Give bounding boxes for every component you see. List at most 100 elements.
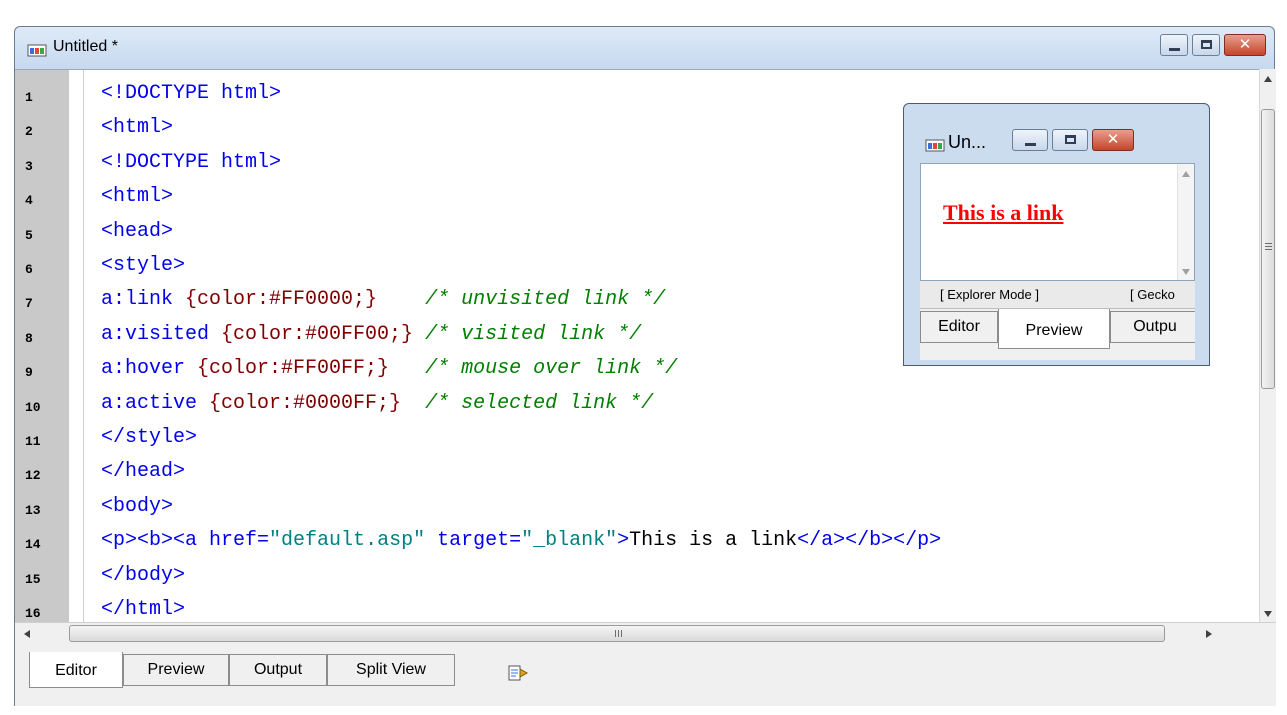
- code-token: a:active: [101, 391, 210, 415]
- code-line[interactable]: 16 </html>: [15, 591, 1259, 622]
- gecko-mode-button[interactable]: [ Gecko: [1130, 287, 1175, 302]
- horizontal-scrollbar[interactable]: [15, 622, 1276, 644]
- code-text: <p><b><a href="default.asp" target="_bla…: [101, 529, 941, 552]
- code-text: </head>: [101, 460, 185, 483]
- code-token: <body>: [101, 494, 174, 518]
- refresh-preview-icon[interactable]: [507, 664, 529, 682]
- code-token: /* selected link */: [425, 391, 654, 415]
- code-text: <head>: [101, 220, 173, 243]
- tab-editor[interactable]: Editor: [920, 311, 998, 343]
- grip-line: [621, 630, 622, 637]
- explorer-mode-button[interactable]: [ Explorer Mode ]: [940, 287, 1039, 302]
- tab-preview[interactable]: Preview: [123, 654, 229, 686]
- line-number: 5: [25, 227, 33, 243]
- app-icon: [925, 139, 945, 152]
- code-text: a:active {color:#0000FF;} /* selected li…: [101, 392, 653, 415]
- scroll-right-icon[interactable]: [1205, 629, 1213, 639]
- minimize-button[interactable]: [1160, 34, 1188, 56]
- tab-editor[interactable]: Editor: [29, 652, 123, 688]
- code-text: <html>: [101, 185, 173, 208]
- vertical-scroll-thumb[interactable]: [1261, 109, 1275, 389]
- code-text: </body>: [101, 564, 185, 587]
- horizontal-scroll-thumb[interactable]: [69, 625, 1165, 642]
- code-text: a:link {color:#FF0000;} /* unvisited lin…: [101, 288, 665, 311]
- code-token: <head>: [101, 219, 174, 243]
- code-token: "_blank": [521, 529, 618, 553]
- view-tab-bar: Editor Preview Output Split View: [15, 644, 1276, 706]
- code-token: {color:#FF0000;}: [185, 288, 378, 312]
- code-text: <body>: [101, 495, 173, 518]
- code-token: </style>: [101, 426, 198, 449]
- code-line[interactable]: 15 </body>: [15, 557, 1259, 591]
- tab-output[interactable]: Outpu: [1110, 311, 1195, 343]
- code-token: </a></b></p>: [797, 529, 942, 553]
- code-token: a:visited: [101, 322, 222, 346]
- code-line[interactable]: 10 a:active {color:#0000FF;} /* selected …: [15, 385, 1259, 419]
- code-token: {color:#00FF00;}: [221, 322, 414, 346]
- code-text: </html>: [101, 598, 185, 621]
- preview-tab-bar: Editor Preview Outpu: [920, 309, 1195, 360]
- code-token: {color:#FF00FF;}: [197, 357, 390, 381]
- title-bar[interactable]: Untitled * ✕: [15, 27, 1274, 69]
- code-token: {color:#0000FF;}: [209, 391, 402, 415]
- window-title: Untitled *: [53, 38, 118, 55]
- line-number: 11: [25, 434, 41, 449]
- app-icon: [27, 44, 47, 57]
- code-token: <html>: [101, 116, 174, 140]
- maximize-icon: [1201, 40, 1212, 49]
- preview-pane: This is a link: [920, 163, 1195, 281]
- preview-minimize-button[interactable]: [1012, 129, 1048, 151]
- tab-preview[interactable]: Preview: [998, 309, 1110, 349]
- line-number: 6: [25, 262, 33, 277]
- maximize-button[interactable]: [1192, 34, 1220, 56]
- scroll-up-icon[interactable]: [1181, 170, 1191, 178]
- code-text: a:visited {color:#00FF00;} /* visited li…: [101, 323, 641, 346]
- minimize-icon: [1025, 143, 1036, 146]
- preview-maximize-button[interactable]: [1052, 129, 1088, 151]
- scroll-down-icon[interactable]: [1181, 268, 1191, 276]
- code-line[interactable]: 13 <body>: [15, 488, 1259, 522]
- vertical-scrollbar[interactable]: [1259, 69, 1276, 622]
- code-token: <!DOCTYPE html>: [101, 150, 282, 174]
- line-number: 1: [25, 90, 33, 105]
- preview-vertical-scrollbar[interactable]: [1177, 164, 1194, 280]
- scroll-left-icon[interactable]: [23, 629, 31, 639]
- code-token: </head>: [101, 460, 186, 484]
- code-line[interactable]: 14 <p><b><a href="default.asp" target="_b…: [15, 522, 1259, 556]
- grip-line: [1265, 246, 1272, 247]
- tab-output[interactable]: Output: [229, 654, 327, 686]
- close-icon: ✕: [1238, 35, 1252, 53]
- code-line[interactable]: 12 </head>: [15, 453, 1259, 487]
- preview-window: Un... ✕ This is a link [ Explorer Mode ]…: [903, 103, 1210, 366]
- scroll-up-icon[interactable]: [1263, 75, 1273, 83]
- code-text: <style>: [101, 254, 185, 277]
- code-text: <!DOCTYPE html>: [101, 82, 281, 105]
- preview-window-title: Un...: [948, 132, 987, 152]
- grip-line: [618, 630, 619, 637]
- code-token: <html>: [101, 185, 174, 209]
- grip-line: [1265, 249, 1272, 250]
- close-button[interactable]: ✕: [1224, 34, 1266, 56]
- line-number: 8: [25, 330, 33, 346]
- code-line[interactable]: 11 </style>: [15, 419, 1259, 453]
- code-token: href=: [209, 529, 270, 553]
- code-token: </body>: [101, 563, 186, 587]
- code-text: </style>: [101, 426, 197, 449]
- grip-line: [1265, 243, 1272, 244]
- scroll-down-icon[interactable]: [1263, 610, 1273, 618]
- code-token: <!DOCTYPE html>: [101, 82, 282, 105]
- line-number: 4: [25, 193, 33, 209]
- line-number: 14: [25, 537, 41, 553]
- code-text: <html>: [101, 116, 173, 139]
- tab-split-view[interactable]: Split View: [327, 654, 455, 686]
- code-token: a:hover: [101, 357, 198, 381]
- line-number: 7: [25, 296, 33, 312]
- code-token: /* visited link */: [425, 322, 642, 346]
- preview-close-button[interactable]: ✕: [1092, 129, 1134, 151]
- preview-link[interactable]: This is a link: [943, 200, 1063, 226]
- maximize-icon: [1065, 135, 1076, 144]
- code-token: >: [617, 529, 630, 553]
